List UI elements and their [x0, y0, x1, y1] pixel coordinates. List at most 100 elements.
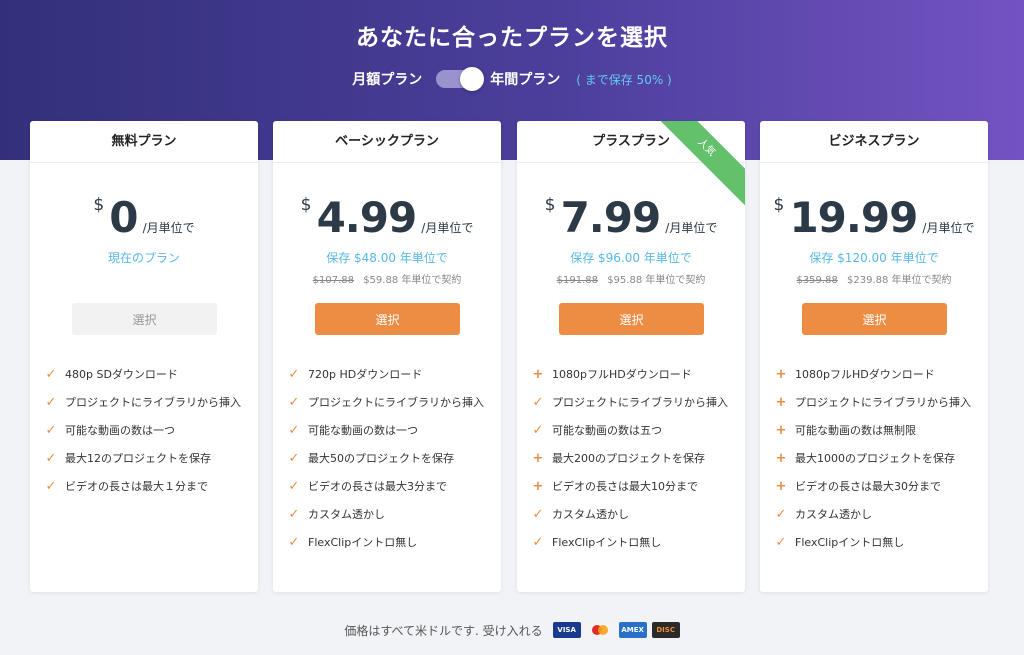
plus-icon: + [775, 423, 787, 438]
feature-item: ✓ 最大12のプロジェクトを保存 [44, 445, 248, 473]
feature-item: ✓ カスタム透かし [287, 501, 491, 529]
price-amount: 19.99 [789, 193, 918, 242]
check-icon: ✓ [45, 395, 57, 410]
check-icon: ✓ [288, 535, 300, 550]
feature-list: +1080pフルHDダウンロード + プロジェクトにライブラリから挿入 + 可能な動… [774, 361, 978, 557]
check-icon: ✓ [45, 367, 57, 382]
feature-item: ✓ プロジェクトにライブラリから挿入 [287, 389, 491, 417]
feature-item: ✓ カスタム透かし [774, 501, 978, 529]
plus-icon: + [532, 479, 544, 494]
plus-icon: + [775, 479, 787, 494]
plus-icon: + [775, 451, 787, 466]
monthly-label[interactable]: 月額プラン [352, 69, 422, 89]
price-amount: 0 [109, 193, 138, 242]
feature-item: ✓ 720p HDダウンロード [287, 361, 491, 389]
yearly-save-note: ( まで保存 50% ) [576, 72, 672, 87]
price-amount: 4.99 [316, 193, 418, 242]
billing-toggle-row: 月額プラン 年間プラン ( まで保存 50% ) [0, 66, 1024, 92]
feature-item: ✓ ビデオの長さは最大１分まで [44, 473, 248, 501]
currency-symbol: $ [773, 195, 785, 215]
yearly-billing: $359.88 $239.88 年単位で契約 [760, 271, 988, 286]
select-button[interactable]: 選択 [559, 303, 704, 335]
price-period: /月単位で [922, 221, 975, 235]
check-icon: ✓ [288, 451, 300, 466]
switch-knob[interactable] [460, 67, 485, 91]
feature-list: +1080pフルHDダウンロード ✓ プロジェクトにライブラリから挿入 ✓ 可能な動… [531, 361, 735, 557]
feature-item: ✓ 可能な動画の数は五つ [531, 417, 735, 445]
check-icon: ✓ [288, 367, 300, 382]
yearly-billing: $191.88 $95.88 年単位で契約 [517, 271, 745, 286]
check-icon: ✓ [288, 423, 300, 438]
select-button[interactable]: 選択 [72, 303, 217, 335]
feature-list: ✓ 480p SDダウンロード ✓ プロジェクトにライブラリから挿入 ✓ 可能な動画の… [44, 361, 248, 501]
yearly-saving: 保存 $48.00 年単位で [326, 251, 448, 265]
plan-card-plus: 人気 プラスプラン $ 7.99 /月単位で 保存 $96.00 年単位で $1… [517, 121, 745, 592]
feature-item: + 可能な動画の数は無制限 [774, 417, 978, 445]
mastercard-icon [585, 622, 614, 638]
feature-item: ✓ カスタム透かし [531, 501, 735, 529]
plan-card-basic: ベーシックプラン $ 4.99 /月単位で 保存 $48.00 年単位で $10… [273, 121, 501, 592]
currency-note: 価格はすべて米ドルです. 受け入れる [344, 623, 543, 638]
feature-list: ✓ 720p HDダウンロード ✓ プロジェクトにライブラリから挿入 ✓ 可能な動画の… [287, 361, 491, 557]
feature-item: + 最大1000のプロジェクトを保存 [774, 445, 978, 473]
plan-price: $ 19.99 /月単位で [760, 193, 988, 242]
check-icon: ✓ [775, 535, 787, 550]
yearly-price: $239.88 年単位で契約 [847, 275, 952, 286]
feature-item: + プロジェクトにライブラリから挿入 [774, 389, 978, 417]
check-icon: ✓ [45, 479, 57, 494]
price-period: /月単位で [421, 221, 474, 235]
feature-item: ✓ ビデオの長さは最大3分まで [287, 473, 491, 501]
plus-icon: + [532, 451, 544, 466]
price-period: /月単位で [665, 221, 718, 235]
discover-icon: DISC [651, 622, 680, 638]
plan-name: 無料プラン [30, 121, 258, 163]
check-icon: ✓ [532, 423, 544, 438]
feature-item: + 最大200のプロジェクトを保存 [531, 445, 735, 473]
feature-item: +1080pフルHDダウンロード [774, 361, 978, 389]
check-icon: ✓ [775, 507, 787, 522]
pricing-footer: 価格はすべて米ドルです. 受け入れる VISA AMEX DISC [0, 620, 1024, 640]
feature-item: ✓ 可能な動画の数は一つ [287, 417, 491, 445]
currency-symbol: $ [544, 195, 556, 215]
check-icon: ✓ [45, 423, 57, 438]
plus-icon: + [775, 367, 787, 382]
check-icon: ✓ [532, 395, 544, 410]
yearly-price: $95.88 年単位で契約 [607, 275, 706, 286]
visa-icon: VISA [552, 622, 581, 638]
billing-period-switch[interactable] [436, 67, 485, 91]
plan-price: $ 7.99 /月単位で [517, 193, 745, 242]
plan-price: $ 4.99 /月単位で [273, 193, 501, 242]
price-period: /月単位で [142, 221, 195, 235]
plan-card-free: 無料プラン $ 0 /月単位で 現在のプラン 選択 ✓ 480p SDダウンロード… [30, 121, 258, 592]
check-icon: ✓ [288, 507, 300, 522]
original-price: $191.88 [556, 275, 598, 286]
plus-icon: + [775, 395, 787, 410]
price-amount: 7.99 [560, 193, 662, 242]
yearly-saving: 保存 $96.00 年単位で [570, 251, 692, 265]
feature-item: ✓ プロジェクトにライブラリから挿入 [44, 389, 248, 417]
feature-item: ✓ FlexClipイントロ無し [774, 529, 978, 557]
original-price: $359.88 [796, 275, 838, 286]
yearly-saving: 保存 $120.00 年単位で [809, 251, 939, 265]
select-button[interactable]: 選択 [315, 303, 460, 335]
plan-card-business: ビジネスプラン $ 19.99 /月単位で 保存 $120.00 年単位で $3… [760, 121, 988, 592]
feature-item: + ビデオの長さは最大30分まで [774, 473, 978, 501]
plan-name: ビジネスプラン [760, 121, 988, 163]
select-button[interactable]: 選択 [802, 303, 947, 335]
yearly-price: $59.88 年単位で契約 [363, 275, 462, 286]
feature-item: ✓ 可能な動画の数は一つ [44, 417, 248, 445]
plan-price: $ 0 /月単位で [30, 193, 258, 242]
yearly-label[interactable]: 年間プラン [490, 69, 560, 89]
check-icon: ✓ [532, 507, 544, 522]
check-icon: ✓ [532, 535, 544, 550]
feature-item: ✓ 480p SDダウンロード [44, 361, 248, 389]
feature-item: ✓ FlexClipイントロ無し [287, 529, 491, 557]
check-icon: ✓ [288, 479, 300, 494]
current-plan-label: 現在のプラン [107, 251, 180, 265]
plan-name: ベーシックプラン [273, 121, 501, 163]
amex-icon: AMEX [618, 622, 647, 638]
check-icon: ✓ [45, 451, 57, 466]
yearly-billing: $107.88 $59.88 年単位で契約 [273, 271, 501, 286]
plus-icon: + [532, 367, 544, 382]
page-title: あなたに合ったプランを選択 [356, 25, 668, 51]
